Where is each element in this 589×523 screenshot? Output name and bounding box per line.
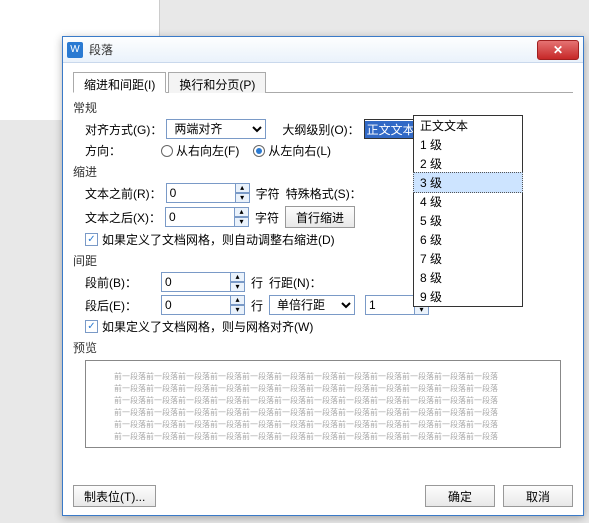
text-before-spinner[interactable]: ▴▾ (166, 183, 250, 203)
spin-down-icon[interactable]: ▾ (234, 217, 249, 227)
para-after-spinner[interactable]: ▴▾ (161, 295, 245, 315)
spin-down-icon[interactable]: ▾ (230, 305, 245, 315)
text-after-label: 文本之后(X)： (85, 209, 161, 226)
outline-option[interactable]: 正文文本 (414, 116, 522, 135)
spin-up-icon[interactable]: ▴ (230, 295, 245, 305)
outline-option[interactable]: 3 级 (413, 172, 523, 193)
outline-option[interactable]: 9 级 (414, 287, 522, 306)
text-after-spinner[interactable]: ▴▾ (165, 207, 249, 227)
outline-option[interactable]: 2 级 (414, 154, 522, 173)
spin-up-icon[interactable]: ▴ (230, 272, 245, 282)
first-line-indent-button[interactable]: 首行缩进 (285, 206, 355, 228)
tabstops-button[interactable]: 制表位(T)... (73, 485, 156, 507)
preview-box: 前一段落前一段落前一段落前一段落前一段落前一段落前一段落前一段落前一段落前一段落… (85, 360, 561, 448)
close-button[interactable]: ✕ (537, 40, 579, 60)
snap-grid-checkbox[interactable]: ✓如果定义了文档网格，则与网格对齐(W) (85, 318, 313, 335)
outline-option[interactable]: 7 级 (414, 249, 522, 268)
titlebar: W 段落 ✕ (63, 37, 583, 63)
unit-lines: 行 (251, 274, 263, 291)
align-select[interactable]: 两端对齐 (166, 119, 266, 139)
cancel-button[interactable]: 取消 (503, 485, 573, 507)
direction-label: 方向： (85, 142, 157, 159)
spin-down-icon[interactable]: ▾ (235, 193, 250, 203)
tab-indent-spacing[interactable]: 缩进和间距(I) (73, 72, 166, 93)
spin-up-icon[interactable]: ▴ (235, 183, 250, 193)
spin-down-icon[interactable]: ▾ (230, 282, 245, 292)
outline-dropdown-list[interactable]: 正文文本1 级2 级3 级4 级5 级6 级7 级8 级9 级 (413, 115, 523, 307)
section-preview: 预览 (73, 339, 573, 356)
ok-button[interactable]: 确定 (425, 485, 495, 507)
tab-strip: 缩进和间距(I) 换行和分页(P) (73, 71, 573, 93)
para-before-spinner[interactable]: ▴▾ (161, 272, 245, 292)
paragraph-dialog: W 段落 ✕ 缩进和间距(I) 换行和分页(P) 常规 对齐方式(G)： 两端对… (62, 36, 584, 516)
unit-lines: 行 (251, 297, 263, 314)
auto-adjust-checkbox[interactable]: ✓如果定义了文档网格，则自动调整右缩进(D) (85, 231, 335, 248)
unit-chars: 字符 (256, 185, 280, 202)
line-spacing-label: 行距(N)： (269, 274, 327, 291)
align-label: 对齐方式(G)： (85, 121, 162, 138)
section-general: 常规 (73, 99, 573, 116)
spin-up-icon[interactable]: ▴ (234, 207, 249, 217)
text-before-label: 文本之前(R)： (85, 185, 162, 202)
direction-ltr-radio[interactable]: 从左向右(L) (253, 142, 331, 159)
outline-label: 大纲级别(O)： (282, 121, 359, 138)
outline-option[interactable]: 5 级 (414, 211, 522, 230)
window-title: 段落 (89, 41, 537, 58)
outline-option[interactable]: 6 级 (414, 230, 522, 249)
line-spacing-select[interactable]: 单倍行距 (269, 295, 355, 315)
app-icon: W (67, 42, 83, 58)
tab-page-break[interactable]: 换行和分页(P) (168, 72, 266, 93)
outline-option[interactable]: 1 级 (414, 135, 522, 154)
direction-rtl-radio[interactable]: 从右向左(F) (161, 142, 239, 159)
para-after-label: 段后(E)： (85, 297, 157, 314)
para-before-label: 段前(B)： (85, 274, 157, 291)
unit-chars: 字符 (255, 209, 279, 226)
special-format-label: 特殊格式(S)： (286, 185, 362, 202)
outline-option[interactable]: 8 级 (414, 268, 522, 287)
outline-option[interactable]: 4 级 (414, 192, 522, 211)
